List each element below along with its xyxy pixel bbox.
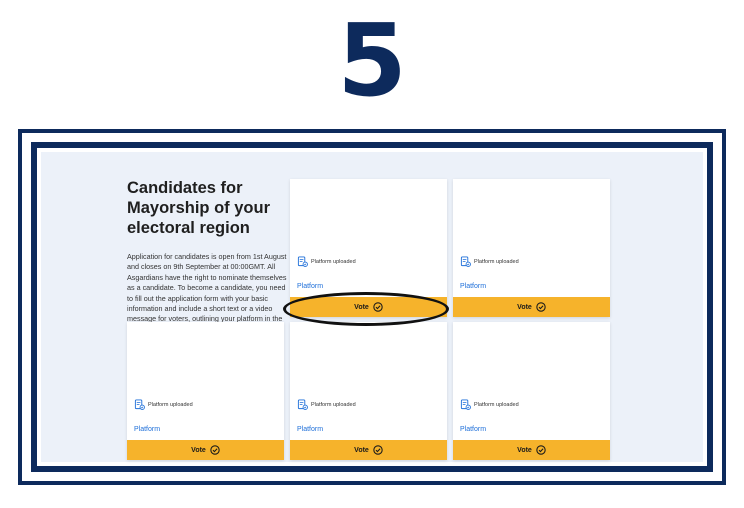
candidate-card: Platform uploaded Platform Vote — [290, 179, 447, 317]
candidate-card: Platform uploaded Platform Vote — [290, 322, 447, 460]
vote-button[interactable]: Vote — [453, 440, 610, 460]
vote-button[interactable]: Vote — [127, 440, 284, 460]
platform-link[interactable]: Platform — [134, 426, 160, 433]
platform-link[interactable]: Platform — [460, 283, 486, 290]
vote-button-label: Vote — [191, 446, 206, 454]
platform-status-text: Platform uploaded — [474, 258, 519, 265]
platform-status-text: Platform uploaded — [148, 401, 193, 408]
vote-button[interactable]: Vote — [453, 297, 610, 317]
vote-button-label: Vote — [517, 446, 532, 454]
platform-status: Platform uploaded — [460, 256, 519, 267]
document-check-icon — [134, 399, 145, 410]
check-circle-icon — [536, 302, 546, 312]
check-circle-icon — [373, 302, 383, 312]
step-number: 5 — [337, 2, 407, 119]
candidate-card: Platform uploaded Platform Vote — [453, 322, 610, 460]
platform-status-text: Platform uploaded — [311, 258, 356, 265]
check-circle-icon — [210, 445, 220, 455]
candidate-card: Platform uploaded Platform Vote — [127, 322, 284, 460]
platform-status: Platform uploaded — [297, 399, 356, 410]
platform-status: Platform uploaded — [297, 256, 356, 267]
vote-button-label: Vote — [354, 446, 369, 454]
candidate-card: Platform uploaded Platform Vote — [453, 179, 610, 317]
vote-button-label: Vote — [354, 303, 369, 311]
platform-status-text: Platform uploaded — [311, 401, 356, 408]
platform-status: Platform uploaded — [460, 399, 519, 410]
vote-button[interactable]: Vote — [290, 440, 447, 460]
document-check-icon — [297, 399, 308, 410]
vote-button[interactable]: Vote — [290, 297, 447, 317]
page-title: Candidates for Mayorship of your elector… — [127, 179, 271, 237]
document-check-icon — [460, 256, 471, 267]
platform-link[interactable]: Platform — [297, 283, 323, 290]
platform-status: Platform uploaded — [134, 399, 193, 410]
check-circle-icon — [373, 445, 383, 455]
platform-status-text: Platform uploaded — [474, 401, 519, 408]
platform-link[interactable]: Platform — [460, 426, 486, 433]
document-check-icon — [297, 256, 308, 267]
platform-link[interactable]: Platform — [297, 426, 323, 433]
check-circle-icon — [536, 445, 546, 455]
vote-button-label: Vote — [517, 303, 532, 311]
document-check-icon — [460, 399, 471, 410]
intro-section: Candidates for Mayorship of your elector… — [127, 178, 287, 335]
